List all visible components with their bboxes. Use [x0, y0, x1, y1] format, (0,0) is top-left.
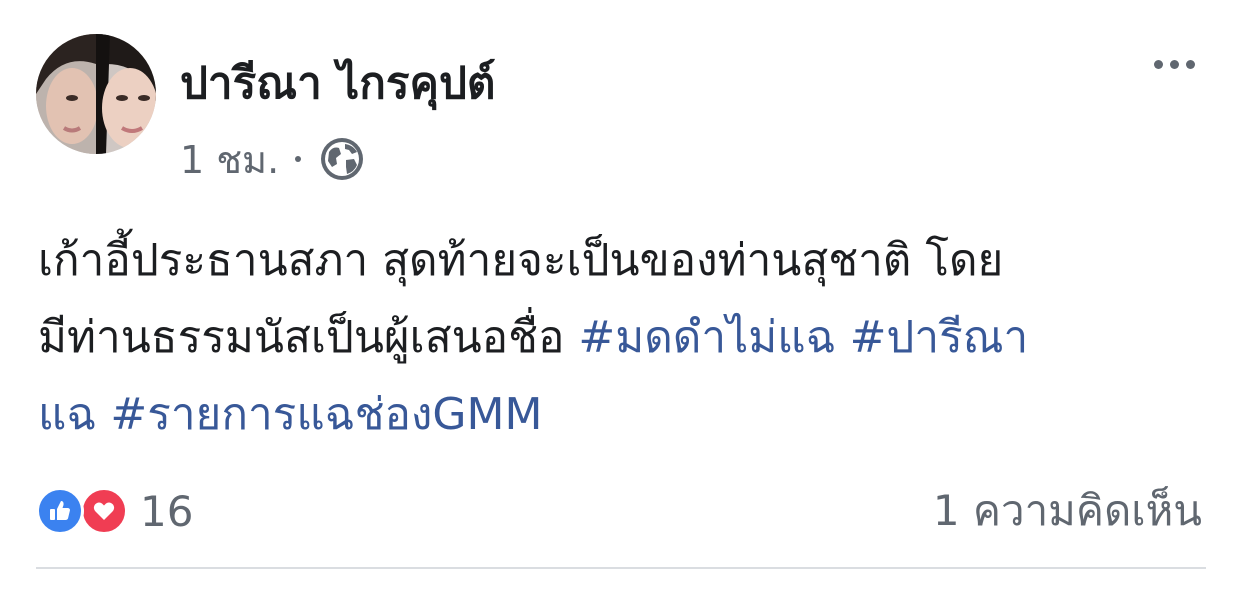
- more-options-button[interactable]: [1142, 50, 1206, 78]
- hashtag-link[interactable]: #มดดำไม่แฉ: [578, 312, 835, 363]
- hashtag-link[interactable]: แฉ: [38, 389, 96, 440]
- post-text-segment: เก้าอี้ประธานสภา สุดท้ายจะเป็นของท่านสุช…: [38, 235, 1004, 286]
- hashtag-link[interactable]: #รายการแฉช่องGMM: [110, 389, 542, 440]
- reaction-count: 16: [140, 486, 194, 536]
- hashtag-link[interactable]: #ปารีณา: [850, 312, 1029, 363]
- reactions-summary[interactable]: 16: [36, 484, 193, 538]
- post-meta: 1 ชม.: [180, 132, 365, 186]
- avatar-photo: [36, 34, 156, 154]
- post-text-line: มีท่านธรรมนัสเป็นผู้เสนอชื่อ #มดดำไม่แฉ …: [38, 299, 1208, 376]
- love-icon: [80, 487, 128, 535]
- globe-icon[interactable]: [319, 136, 365, 182]
- divider: [36, 567, 1206, 569]
- post-text-segment: [836, 312, 850, 363]
- facebook-post: ปารีณา ไกรคุปต์ 1 ชม. เก้าอี้ประธานสภา ส…: [0, 0, 1242, 594]
- like-icon: [36, 487, 84, 535]
- post-text-segment: มีท่านธรรมนัสเป็นผู้เสนอชื่อ: [38, 312, 579, 363]
- separator-dot: [295, 156, 302, 162]
- comments-count-link[interactable]: 1 ความคิดเห็น: [933, 484, 1202, 538]
- more-dots-icon: [1185, 59, 1195, 69]
- post-timestamp[interactable]: 1 ชม.: [180, 129, 279, 190]
- post-text-line: แฉ #รายการแฉช่องGMM: [38, 376, 1208, 453]
- avatar[interactable]: [36, 34, 156, 154]
- more-dots-icon: [1169, 59, 1179, 69]
- post-text: เก้าอี้ประธานสภา สุดท้ายจะเป็นของท่านสุช…: [38, 222, 1208, 453]
- more-dots-icon: [1153, 59, 1163, 69]
- post-text-line: เก้าอี้ประธานสภา สุดท้ายจะเป็นของท่านสุช…: [38, 222, 1208, 299]
- post-text-segment: [96, 389, 110, 440]
- author-name[interactable]: ปารีณา ไกรคุปต์: [180, 54, 495, 114]
